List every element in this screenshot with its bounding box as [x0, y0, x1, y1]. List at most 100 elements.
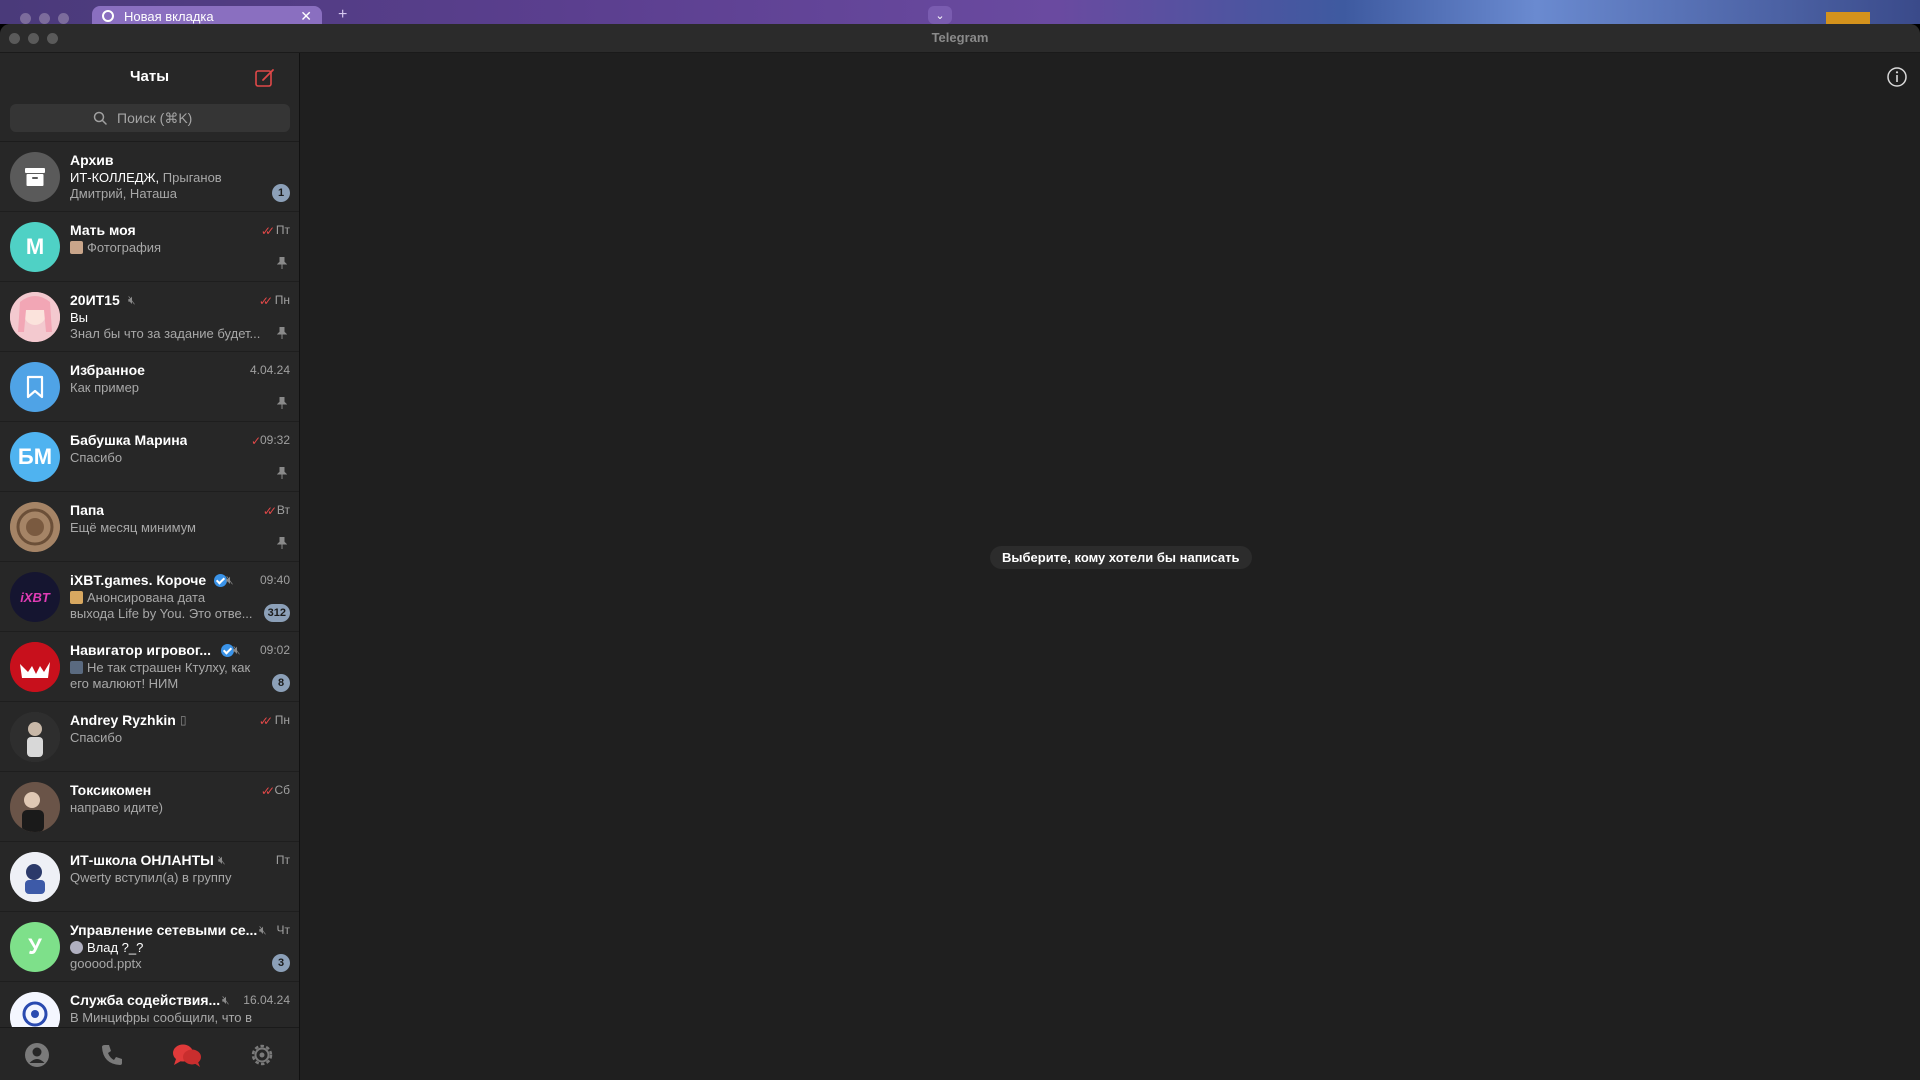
tab-calls[interactable]	[97, 1040, 127, 1070]
chat-time: 4.04.24	[249, 363, 290, 377]
chat-name: Служба содействия...	[70, 992, 220, 1008]
unread-badge: 8	[272, 674, 290, 692]
browser-window-controls	[20, 13, 69, 24]
browser-close-dot[interactable]	[20, 13, 31, 24]
tab-settings[interactable]	[247, 1040, 277, 1070]
chat-preview: направо идите)	[70, 800, 163, 815]
browser-tab-title: Новая вкладка	[124, 8, 214, 24]
search-input[interactable]	[117, 110, 207, 126]
chat-time: 09:32	[259, 433, 290, 447]
unread-badge: 3	[272, 954, 290, 972]
chat-preview: Как пример	[70, 380, 140, 395]
tab-close-icon[interactable]: ✕	[300, 8, 312, 25]
chat-item[interactable]: Andrey Ryzhkin ▯ ✓✓ Пн Спасибо	[0, 702, 299, 772]
browser-tab-strip: Новая вкладка ✕ + ⌄	[0, 0, 1920, 26]
archive-avatar	[10, 152, 60, 202]
chat-time: Чт	[276, 923, 291, 937]
chat-item[interactable]: БМ Бабушка Марина ✓ 09:32 Спасибо	[0, 422, 299, 492]
chat-item[interactable]: iXBT iXBT.games. Короче 🔇︎ 09:40 Анонсир…	[0, 562, 299, 632]
chat-preview: Qwerty вступил(а) в группу	[70, 870, 232, 885]
chat-item-archive[interactable]: Архив ИТ-КОЛЛЕДЖ, Прыганов Дмитрий, Ната…	[0, 142, 299, 212]
browser-minimize-dot[interactable]	[39, 13, 50, 24]
chat-preview: Спасибо	[70, 450, 123, 465]
chat-preview: Влад ?_?	[70, 940, 270, 955]
telegram-window: Telegram Чаты Поиск (⌘K) Архив ИТ-КОЛЛЕД…	[0, 24, 1920, 1080]
chat-preview: Спасибо	[70, 730, 123, 745]
tab-favicon-icon	[102, 10, 114, 22]
browser-tab[interactable]: Новая вкладка ✕	[92, 6, 322, 26]
avatar	[10, 292, 60, 342]
pin-icon	[277, 327, 287, 339]
read-check-icon: ✓✓	[258, 714, 273, 728]
avatar	[10, 362, 60, 412]
read-check-icon: ✓✓	[262, 504, 277, 518]
avatar	[10, 502, 60, 552]
avatar	[10, 852, 60, 902]
avatar: М	[10, 222, 60, 272]
chat-list: Архив ИТ-КОЛЛЕДЖ, Прыганов Дмитрий, Ната…	[0, 142, 299, 1027]
new-tab-button[interactable]: +	[338, 6, 347, 24]
person-photo-icon	[10, 712, 60, 762]
pin-icon	[277, 467, 287, 479]
chats-icon	[172, 1044, 201, 1067]
photo-thumbnail	[70, 661, 83, 674]
chat-name: 20ИТ15	[70, 292, 120, 308]
sent-check-icon: ✓	[250, 434, 261, 448]
chat-item[interactable]: М Мать моя ✓✓ Пт Фотография	[0, 212, 299, 282]
chat-name: Архив	[70, 152, 114, 168]
chat-preview-line2: его малюют! НИМ	[70, 676, 179, 691]
chat-name: Папа	[70, 502, 105, 518]
chat-view-empty: Выберите, кому хотели бы написать	[300, 53, 1920, 1080]
anime-avatar-icon	[10, 292, 60, 342]
avatar: iXBT	[10, 572, 60, 622]
info-icon[interactable]	[1886, 66, 1908, 88]
chat-preview: В Минцифры сообщили, что в	[70, 1010, 253, 1025]
chat-item-saved[interactable]: Избранное 4.04.24 Как пример	[0, 352, 299, 422]
chat-preview: Фотография	[70, 240, 270, 255]
read-check-icon: ✓✓	[260, 784, 275, 798]
search-icon	[93, 111, 107, 125]
read-check-icon: ✓✓	[258, 294, 273, 308]
chat-item[interactable]: Навигатор игровог... 🔇︎ 09:02 Не так стр…	[0, 632, 299, 702]
chat-name: Мать моя	[70, 222, 136, 238]
muted-icon: 🔇︎	[226, 573, 234, 587]
chat-name: iXBT.games. Короче	[70, 572, 207, 588]
pin-icon	[277, 537, 287, 549]
lock-icon: ▯	[180, 713, 187, 727]
search-bar[interactable]	[10, 104, 290, 132]
chat-name: Andrey Ryzhkin	[70, 712, 176, 728]
compose-icon[interactable]	[254, 67, 276, 89]
chat-preview: Ещё месяц минимум	[70, 520, 196, 535]
bookmark-icon	[26, 375, 44, 399]
tab-list-dropdown-button[interactable]: ⌄	[928, 6, 952, 24]
chat-sidebar: Чаты Поиск (⌘K) Архив ИТ-КОЛЛЕДЖ, Прыган…	[0, 53, 300, 1080]
chat-preview-line2: Знал бы что за задание будет...	[70, 326, 261, 341]
chat-item[interactable]: 20ИТ15 🔇︎ ✓✓ Пн Вы Знал бы что за задани…	[0, 282, 299, 352]
chat-preview: ИТ-КОЛЛЕДЖ, Прыганов	[70, 170, 270, 185]
chat-time: 16.04.24	[243, 993, 290, 1007]
chat-preview-line2: gooood.pptx	[70, 956, 142, 971]
chat-item[interactable]: У Управление сетевыми се... 🔇︎ Чт Влад ?…	[0, 912, 299, 982]
chat-name: Управление сетевыми се...	[70, 922, 258, 938]
read-check-icon: ✓✓	[260, 224, 275, 238]
school-logo-icon	[10, 852, 60, 902]
sender-avatar-icon	[70, 941, 83, 954]
chat-time: Пн	[274, 293, 290, 307]
tab-chats[interactable]	[172, 1040, 202, 1070]
pin-icon	[277, 257, 287, 269]
chat-item[interactable]: ИТ-школа ОНЛАНТЫ 🔇︎ Пт Qwerty вступил(а)…	[0, 842, 299, 912]
browser-zoom-dot[interactable]	[58, 13, 69, 24]
chat-item[interactable]: Папа ✓✓ Вт Ещё месяц минимум	[0, 492, 299, 562]
chat-preview-sender: Вы	[70, 310, 89, 325]
photo-thumbnail	[70, 241, 83, 254]
browser-extension-icon[interactable]	[1826, 12, 1870, 24]
chat-time: Пн	[274, 713, 290, 727]
chat-item[interactable]: Токсикомен ✓✓ Сб направо идите)	[0, 772, 299, 842]
chat-preview-line2: выхода Life by You. Это отве...	[70, 606, 253, 621]
monster-logo-icon	[10, 642, 60, 692]
chat-time: Вт	[276, 503, 290, 517]
chat-item[interactable]: Служба содействия... 🔇︎ 16.04.24 В Минци…	[0, 982, 299, 1027]
contacts-icon	[25, 1042, 50, 1067]
chat-preview-sender: ИТ-КОЛЛЕДЖ,	[70, 170, 160, 185]
tab-contacts[interactable]	[22, 1040, 52, 1070]
